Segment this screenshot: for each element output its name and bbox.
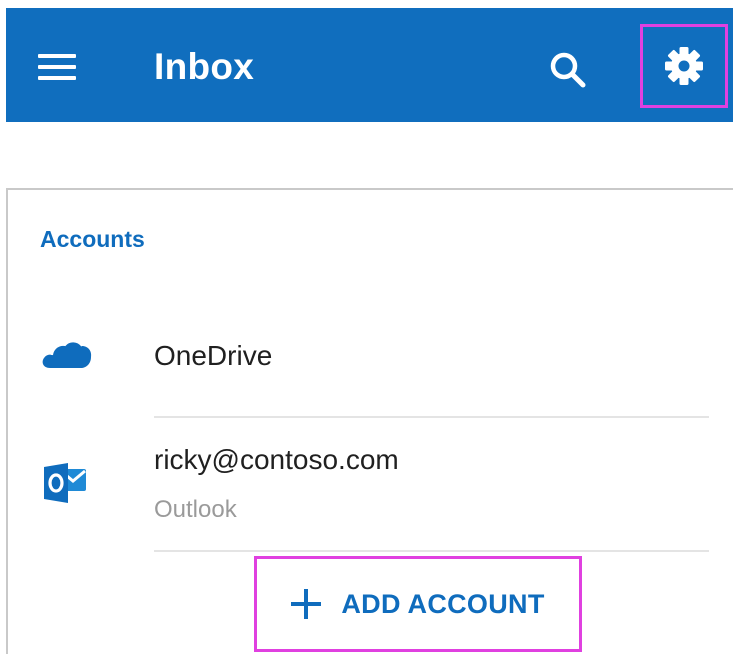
account-name: OneDrive <box>154 340 273 371</box>
account-email: ricky@contoso.com <box>154 444 399 475</box>
account-item-outlook[interactable]: ricky@contoso.com Outlook <box>8 418 733 538</box>
accounts-section-title: Accounts <box>40 226 145 252</box>
search-icon[interactable] <box>546 48 592 94</box>
app-bar: Inbox <box>6 8 733 122</box>
account-type: Outlook <box>154 496 237 523</box>
add-account-label: ADD ACCOUNT <box>341 588 545 619</box>
gear-icon <box>665 47 703 85</box>
account-item-onedrive[interactable]: OneDrive <box>8 300 733 400</box>
outlook-icon <box>44 463 86 503</box>
onedrive-cloud-icon <box>42 340 92 368</box>
add-account-button[interactable]: ADD ACCOUNT <box>254 556 582 652</box>
hamburger-menu-icon[interactable] <box>38 52 78 82</box>
accounts-panel: Accounts OneDrive ricky@contoso.com Outl… <box>6 188 733 654</box>
settings-button[interactable] <box>640 24 728 108</box>
page-title: Inbox <box>154 46 255 87</box>
divider <box>154 550 709 552</box>
email-app-screen: Inbox Accounts OneDrive ricky@contoso.co… <box>0 0 733 654</box>
plus-icon <box>291 589 322 619</box>
